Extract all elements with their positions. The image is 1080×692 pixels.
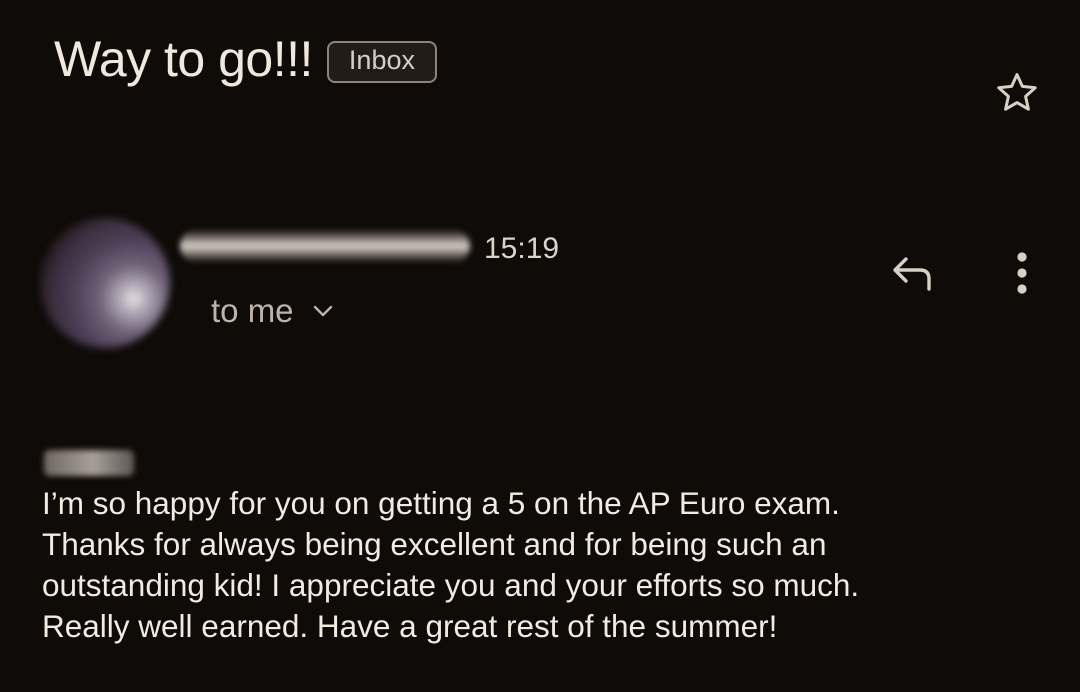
- more-options-button[interactable]: [1000, 246, 1044, 300]
- reply-button[interactable]: [880, 246, 944, 300]
- email-subject: Way to go!!!: [54, 31, 313, 87]
- body-line: Thanks for always being excellent and fo…: [42, 526, 827, 562]
- sender-avatar[interactable]: [40, 218, 170, 348]
- sender-name-redacted[interactable]: [180, 229, 470, 263]
- body-line: outstanding kid! I appreciate you and yo…: [42, 567, 860, 603]
- received-time: 15:19: [484, 232, 560, 265]
- email-body: I’m so happy for you on getting a 5 on t…: [42, 483, 1062, 647]
- greeting-redacted: [44, 450, 134, 476]
- reply-icon: [893, 257, 931, 291]
- star-icon: [997, 73, 1037, 111]
- recipient-details-toggle[interactable]: to me: [211, 292, 334, 330]
- body-line: Really well earned. Have a great rest of…: [42, 608, 778, 644]
- subject-header: Way to go!!! Inbox: [54, 34, 437, 84]
- star-button[interactable]: [990, 66, 1044, 120]
- more-vertical-icon: [1017, 252, 1027, 294]
- recipient-label: to me: [211, 292, 294, 329]
- chevron-down-icon: [313, 305, 332, 317]
- body-line: I’m so happy for you on getting a 5 on t…: [42, 485, 840, 521]
- inbox-label-chip[interactable]: Inbox: [326, 41, 437, 83]
